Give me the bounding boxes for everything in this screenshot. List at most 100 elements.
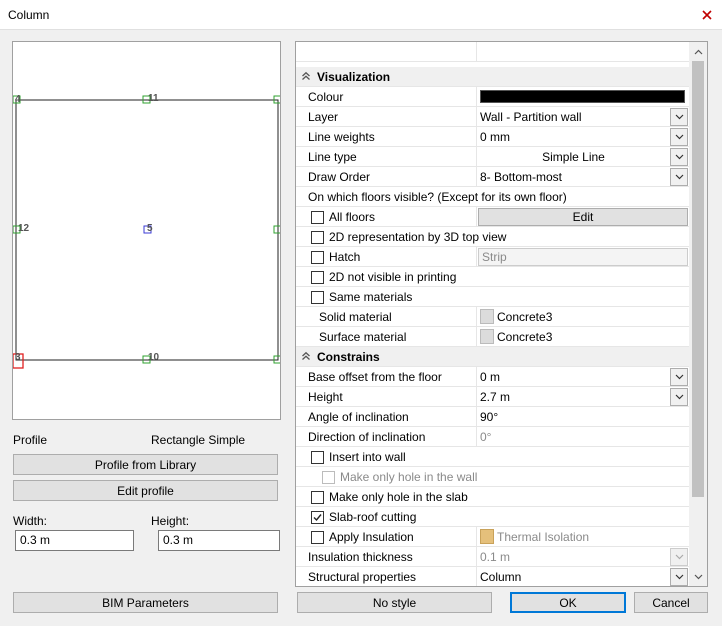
label-3: 3 [15, 352, 21, 363]
solid-material-value[interactable]: Concrete3 [497, 310, 552, 324]
structural-properties-label: Structural properties [308, 570, 417, 584]
row-direction-inclination: Direction of inclination 0° [296, 427, 689, 447]
only-hole-wall-checkbox [322, 471, 335, 484]
same-materials-label: Same materials [329, 290, 413, 304]
surface-material-swatch[interactable] [480, 329, 494, 344]
width-input[interactable]: 0.3 m [15, 530, 134, 551]
line-type-label: Line type [308, 150, 357, 164]
line-type-value[interactable]: Simple Line [477, 150, 670, 164]
chevron-down-icon [675, 394, 683, 400]
solid-material-swatch[interactable] [480, 309, 494, 324]
row-slab-roof-cutting: Slab-roof cutting [296, 507, 689, 527]
scrollbar-thumb[interactable] [692, 61, 704, 497]
not-visible-printing-label: 2D not visible in printing [329, 270, 457, 284]
height-label: Height: [151, 514, 190, 528]
edit-profile-button[interactable]: Edit profile [13, 480, 278, 501]
layer-dropdown[interactable] [670, 108, 688, 126]
window-title: Column [8, 8, 50, 22]
row-surface-material: Surface material Concrete3 [296, 327, 689, 347]
close-icon [702, 10, 712, 20]
chevron-down-icon [694, 574, 702, 579]
close-button[interactable] [692, 0, 722, 30]
height-prop-value[interactable]: 2.7 m [480, 390, 510, 404]
line-weights-value[interactable]: 0 mm [480, 130, 510, 144]
profile-label: Profile [13, 433, 48, 447]
only-hole-slab-checkbox[interactable] [311, 491, 324, 504]
insulation-material-value: Thermal Isolation [497, 530, 590, 544]
height-prop-label: Height [308, 390, 343, 404]
layer-value[interactable]: Wall - Partition wall [480, 110, 582, 124]
draw-order-value[interactable]: 8- Bottom-most [480, 170, 562, 184]
bim-parameters-button[interactable]: BIM Parameters [13, 592, 278, 613]
line-weights-dropdown[interactable] [670, 128, 688, 146]
grid-header-row [296, 42, 689, 62]
cancel-button[interactable]: Cancel [634, 592, 708, 613]
chevron-down-icon [675, 154, 683, 160]
hatch-field: Strip [478, 248, 688, 266]
height-dropdown[interactable] [670, 388, 688, 406]
structural-properties-dropdown[interactable] [670, 568, 688, 586]
no-style-button[interactable]: No style [297, 592, 492, 613]
label-5: 5 [147, 223, 153, 234]
profile-preview[interactable]: 4 11 12 5 3 10 [12, 41, 281, 420]
row-all-floors: All floors Edit [296, 207, 689, 227]
section-visualization[interactable]: Visualization [296, 67, 689, 87]
checkmark-icon [313, 514, 322, 522]
2d-representation-label: 2D representation by 3D top view [329, 230, 507, 244]
surface-material-value[interactable]: Concrete3 [497, 330, 552, 344]
insulation-thickness-value: 0.1 m [480, 550, 511, 564]
surface-material-label: Surface material [319, 330, 407, 344]
insulation-thickness-label: Insulation thickness [308, 550, 413, 564]
row-insert-wall: Insert into wall [296, 447, 689, 467]
row-same-materials: Same materials [296, 287, 689, 307]
row-line-type: Line type Simple Line [296, 147, 689, 167]
row-line-weights: Line weights 0 mm [296, 127, 689, 147]
all-floors-label: All floors [329, 210, 376, 224]
collapse-double-chevron-icon[interactable] [301, 351, 311, 361]
row-not-visible-printing: 2D not visible in printing [296, 267, 689, 287]
row-floors-visible: On which floors visible? (Except for its… [296, 187, 689, 207]
structural-properties-value[interactable]: Column [480, 570, 521, 584]
angle-inclination-label: Angle of inclination [308, 410, 409, 424]
row-angle-inclination: Angle of inclination 90° [296, 407, 689, 427]
slab-roof-cutting-checkbox[interactable] [311, 511, 324, 524]
apply-insulation-checkbox[interactable] [311, 531, 324, 544]
angle-inclination-value[interactable]: 90° [480, 410, 498, 424]
row-structural-properties: Structural properties Column [296, 567, 689, 586]
row-apply-insulation: Apply Insulation Thermal Isolation [296, 527, 689, 547]
line-type-dropdown[interactable] [670, 148, 688, 166]
colour-swatch[interactable] [480, 90, 685, 103]
insulation-material-swatch [480, 529, 494, 544]
insulation-thickness-dropdown [670, 548, 688, 566]
insert-wall-label: Insert into wall [329, 450, 406, 464]
base-offset-dropdown[interactable] [670, 368, 688, 386]
draw-order-label: Draw Order [308, 170, 371, 184]
node-right-mid[interactable] [273, 225, 280, 234]
row-only-hole-wall: Make only hole in the wall [296, 467, 689, 487]
width-label: Width: [13, 514, 48, 528]
all-floors-checkbox[interactable] [311, 211, 324, 224]
direction-inclination-value: 0° [480, 430, 492, 444]
section-constrains[interactable]: Constrains [296, 347, 689, 367]
line-weights-label: Line weights [308, 130, 375, 144]
scroll-up-button[interactable] [689, 43, 707, 60]
chevron-down-icon [675, 174, 683, 180]
ok-button[interactable]: OK [510, 592, 626, 613]
height-input[interactable]: 0.3 m [158, 530, 280, 551]
base-offset-value[interactable]: 0 m [480, 370, 500, 384]
draw-order-dropdown[interactable] [670, 168, 688, 186]
chevron-down-icon [675, 134, 683, 140]
scroll-down-button[interactable] [689, 568, 707, 585]
profile-drawing: 4 11 12 5 3 10 [13, 93, 280, 369]
hatch-label: Hatch [329, 250, 361, 264]
floors-edit-button[interactable]: Edit [478, 208, 688, 226]
not-visible-printing-checkbox[interactable] [311, 271, 324, 284]
direction-inclination-label: Direction of inclination [308, 430, 426, 444]
insert-wall-checkbox[interactable] [311, 451, 324, 464]
hatch-checkbox[interactable] [311, 251, 324, 264]
2d-representation-checkbox[interactable] [311, 231, 324, 244]
vertical-scrollbar[interactable] [689, 42, 707, 586]
profile-from-library-button[interactable]: Profile from Library [13, 454, 278, 475]
same-materials-checkbox[interactable] [311, 291, 324, 304]
collapse-double-chevron-icon[interactable] [301, 71, 311, 81]
